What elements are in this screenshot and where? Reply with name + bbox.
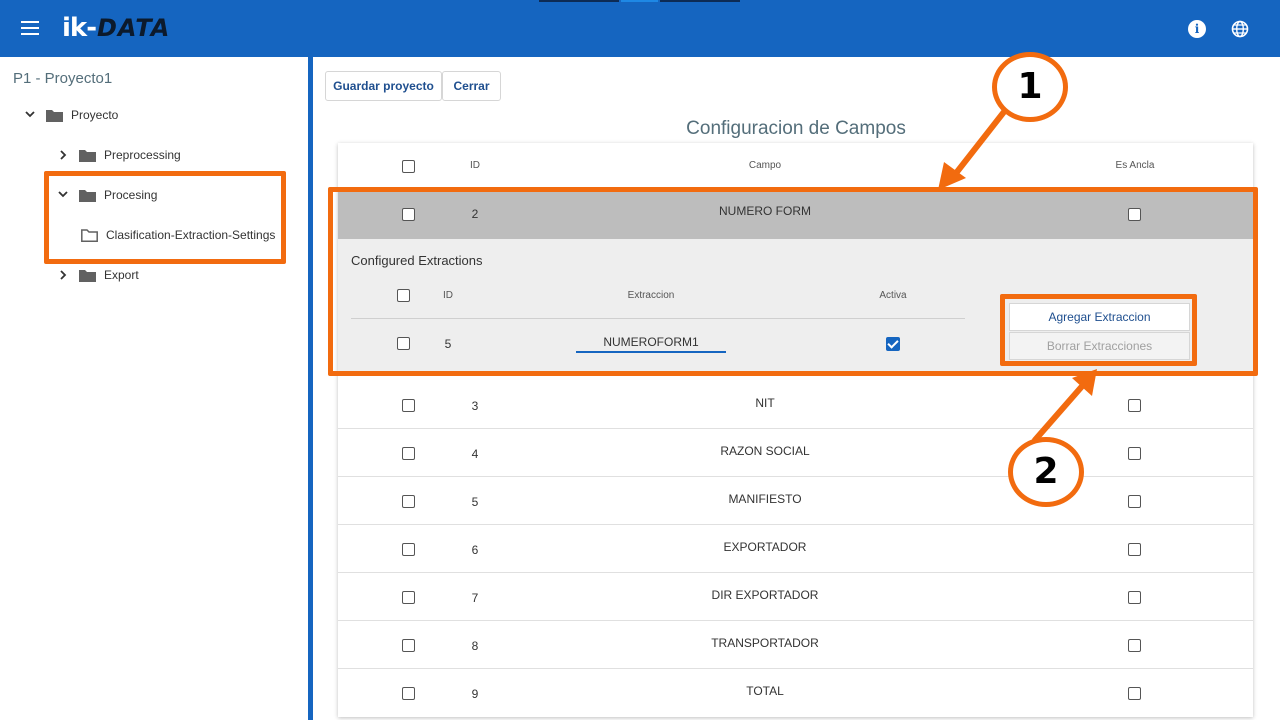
column-header-es-ancla: Es Ancla xyxy=(1115,160,1155,171)
annotation-badge-2: 2 xyxy=(1008,437,1084,507)
app-header: ik- DATA i xyxy=(0,0,1280,57)
tree-item-label: Export xyxy=(104,268,139,282)
tree-item-export[interactable]: Export xyxy=(57,265,139,285)
es-ancla-checkbox[interactable] xyxy=(1128,591,1141,604)
row-id: 3 xyxy=(471,399,479,413)
es-ancla-checkbox[interactable] xyxy=(1128,399,1141,412)
row-id: 7 xyxy=(471,591,479,605)
es-ancla-checkbox[interactable] xyxy=(1128,543,1141,556)
row-checkbox[interactable] xyxy=(402,447,415,460)
app-logo: ik- DATA xyxy=(62,13,171,43)
table-row[interactable]: 8 TRANSPORTADOR xyxy=(338,621,1253,669)
row-checkbox[interactable] xyxy=(402,687,415,700)
row-id: 9 xyxy=(471,687,479,701)
annotation-highlight-procesing xyxy=(44,171,286,264)
sidebar-divider xyxy=(308,57,313,720)
row-id: 8 xyxy=(471,639,479,653)
row-campo: TRANSPORTADOR xyxy=(711,636,819,650)
select-all-checkbox[interactable] xyxy=(402,160,415,173)
globe-icon[interactable] xyxy=(1231,20,1249,38)
es-ancla-checkbox[interactable] xyxy=(1128,447,1141,460)
chevron-right-icon[interactable] xyxy=(57,265,69,285)
row-id: 4 xyxy=(471,447,479,461)
row-campo: NIT xyxy=(755,396,775,410)
header-tab-indicator xyxy=(621,0,658,2)
row-campo: TOTAL xyxy=(746,684,784,698)
row-campo: MANIFIESTO xyxy=(728,492,802,506)
row-checkbox[interactable] xyxy=(402,591,415,604)
table-row[interactable]: 6 EXPORTADOR xyxy=(338,525,1253,573)
close-button[interactable]: Cerrar xyxy=(442,71,501,101)
header-tab-indicator xyxy=(660,0,740,2)
folder-icon xyxy=(79,269,96,282)
page-title: Configuracion de Campos xyxy=(686,118,906,139)
row-checkbox[interactable] xyxy=(402,399,415,412)
chevron-down-icon[interactable] xyxy=(24,105,36,125)
es-ancla-checkbox[interactable] xyxy=(1128,495,1141,508)
project-title: P1 - Proyecto1 xyxy=(13,70,113,87)
table-header-row: ID Campo Es Ancla xyxy=(338,143,1253,191)
folder-icon xyxy=(79,149,96,162)
table-row[interactable]: 7 DIR EXPORTADOR xyxy=(338,573,1253,621)
menu-icon[interactable] xyxy=(21,21,39,35)
table-row[interactable]: 4 RAZON SOCIAL xyxy=(338,429,1253,477)
folder-icon xyxy=(46,109,63,122)
annotation-badge-1: 1 xyxy=(992,52,1068,122)
tree-item-preprocessing[interactable]: Preprocessing xyxy=(57,145,181,165)
row-id: 5 xyxy=(471,495,479,509)
header-tab-indicator xyxy=(539,0,619,2)
es-ancla-checkbox[interactable] xyxy=(1128,687,1141,700)
tree-item-label: Preprocessing xyxy=(104,148,181,162)
es-ancla-checkbox[interactable] xyxy=(1128,639,1141,652)
save-project-button[interactable]: Guardar proyecto xyxy=(325,71,442,101)
column-header-id: ID xyxy=(470,160,480,171)
table-row[interactable]: 5 MANIFIESTO xyxy=(338,477,1253,525)
row-checkbox[interactable] xyxy=(402,639,415,652)
row-campo: RAZON SOCIAL xyxy=(720,444,810,458)
tree-item-label: Proyecto xyxy=(71,108,119,122)
row-campo: DIR EXPORTADOR xyxy=(711,588,819,602)
tree-item-proyecto[interactable]: Proyecto xyxy=(24,105,118,125)
annotation-highlight-buttons xyxy=(1000,294,1197,366)
info-icon[interactable]: i xyxy=(1188,20,1206,38)
row-campo: EXPORTADOR xyxy=(723,540,807,554)
table-row[interactable]: 9 TOTAL xyxy=(338,669,1253,717)
table-row[interactable]: 3 NIT xyxy=(338,381,1253,429)
chevron-right-icon[interactable] xyxy=(57,145,69,165)
row-checkbox[interactable] xyxy=(402,543,415,556)
row-checkbox[interactable] xyxy=(402,495,415,508)
row-id: 6 xyxy=(471,543,479,557)
column-header-campo: Campo xyxy=(748,160,782,171)
